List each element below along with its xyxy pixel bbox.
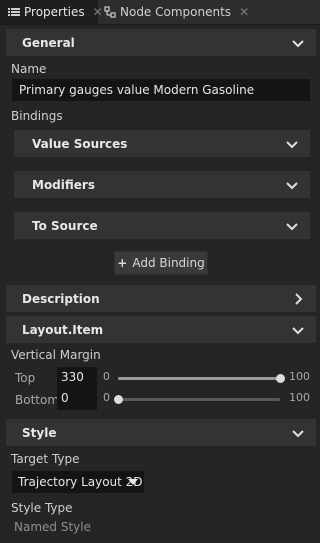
bindings-label: Bindings [11,109,63,123]
top-slider-fill [118,377,280,380]
chevron-down-icon [292,430,304,438]
target-type-dropdown[interactable]: Trajectory Layout 2D [12,471,144,493]
bottom-slider-max: 100 [289,391,310,404]
section-style-header[interactable]: Style [6,419,316,446]
style-type-label: Style Type [11,501,73,515]
chevron-down-icon [286,182,298,190]
section-general-header[interactable]: General [6,29,316,56]
close-icon[interactable]: ✕ [239,5,249,19]
section-description-title: Description [22,291,100,306]
bottom-slider-thumb[interactable] [114,395,123,404]
top-margin-input[interactable]: 330 [57,367,97,389]
section-description-header[interactable]: Description [6,285,316,312]
tab-properties[interactable]: Properties ✕ [0,0,103,24]
chevron-down-icon [292,327,304,335]
section-layout-item-title: Layout.Item [22,322,104,337]
section-layout-item-header[interactable]: Layout.Item [6,316,316,343]
bottom-margin-input[interactable]: 0 [57,388,97,410]
top-slider-thumb[interactable] [276,374,285,383]
caret-down-icon [128,479,138,485]
value-sources-title: Value Sources [32,136,128,151]
components-icon [104,6,116,18]
bottom-margin-slider[interactable] [114,395,280,404]
top-margin-label: Top [15,371,36,385]
top-slider-max: 100 [289,370,310,383]
target-type-label: Target Type [11,452,80,466]
add-binding-label: Add Binding [132,256,205,270]
chevron-down-icon [292,40,304,48]
target-type-value: Trajectory Layout 2D [18,475,143,489]
name-label: Name [11,62,47,76]
modifiers-header[interactable]: Modifiers [14,171,310,198]
chevron-down-icon [286,223,298,231]
to-source-title: To Source [32,218,98,233]
style-type-value: Named Style [14,520,91,534]
list-icon [8,6,20,18]
plus-icon: + [117,256,128,270]
bottom-slider-min: 0 [103,391,110,404]
section-general-title: General [22,35,75,50]
bottom-margin-label: Bottom [15,393,60,407]
to-source-header[interactable]: To Source [14,212,310,239]
value-sources-header[interactable]: Value Sources [14,130,310,157]
modifiers-title: Modifiers [32,177,95,192]
tab-node-components-label: Node Components [120,5,232,19]
tab-node-components[interactable]: Node Components ✕ [100,0,250,24]
chevron-down-icon [286,141,298,149]
section-style-title: Style [22,425,57,440]
chevron-right-icon [295,293,303,305]
panel-tab-bar: Properties ✕ Node Components ✕ [0,0,320,25]
top-margin-slider[interactable] [118,374,285,383]
add-binding-button[interactable]: + Add Binding [114,251,208,275]
tab-properties-label: Properties [24,5,85,19]
vertical-margin-label: Vertical Margin [11,348,101,362]
name-field[interactable]: Primary gauges value Modern Gasoline [12,79,310,101]
top-slider-min: 0 [103,370,110,383]
